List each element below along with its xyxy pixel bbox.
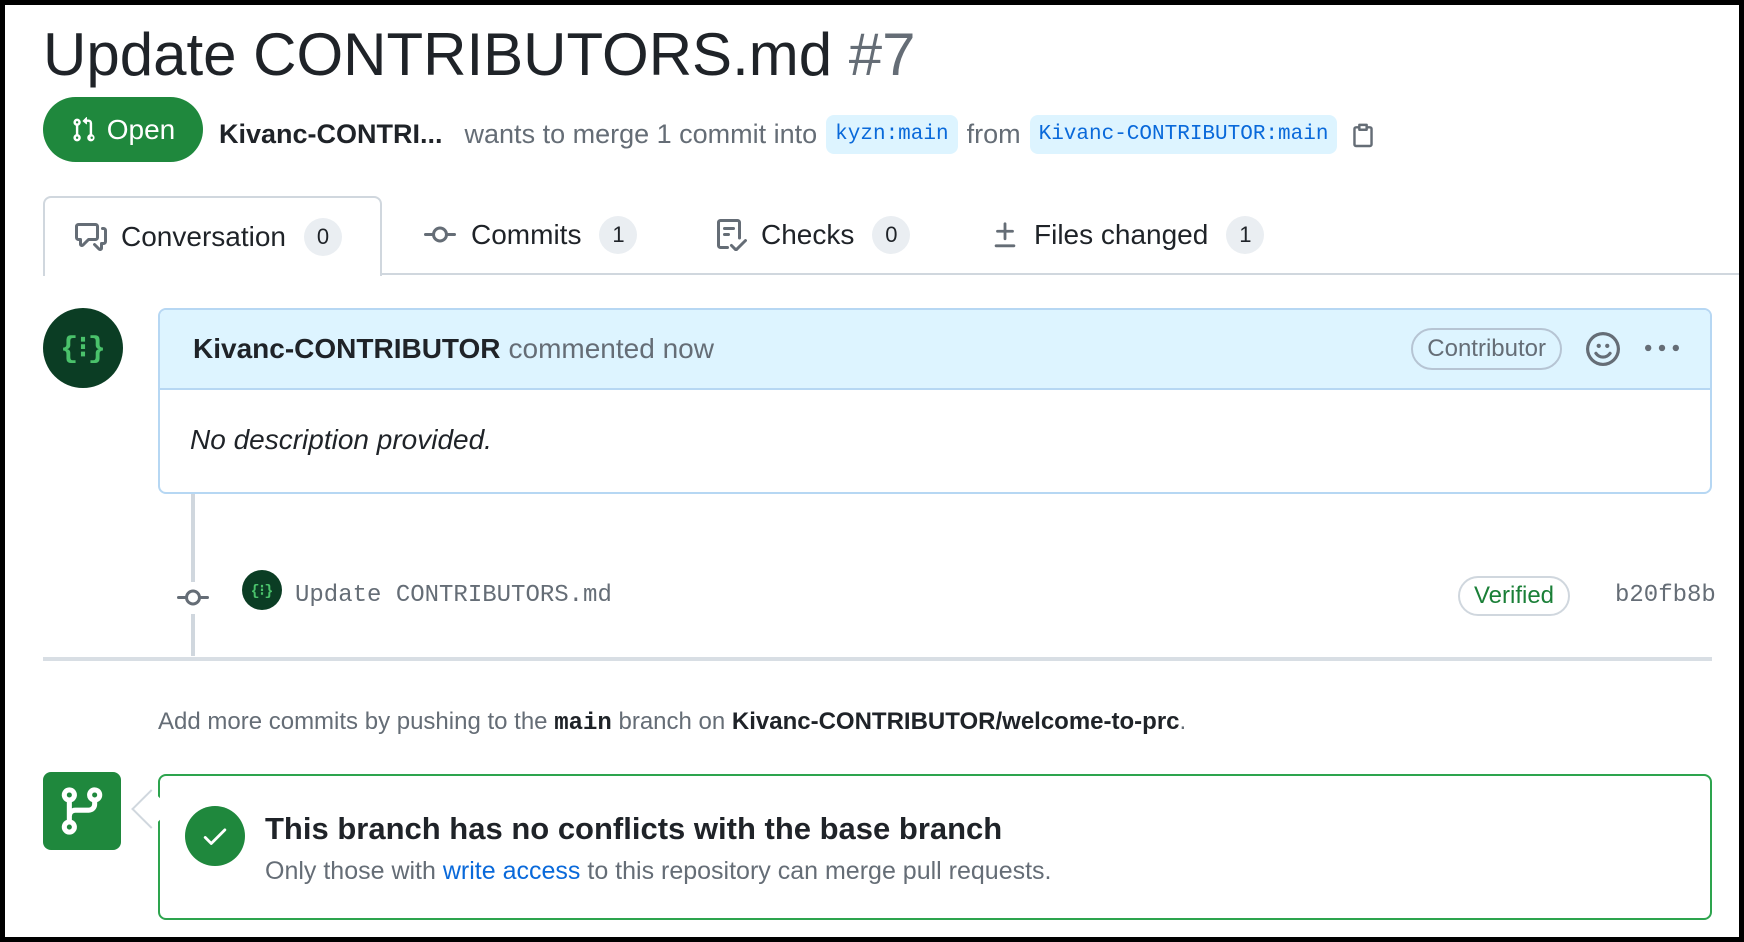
timeline-line bbox=[191, 494, 195, 656]
git-commit-icon bbox=[177, 582, 209, 614]
pull-request-page: Update CONTRIBUTORS.md #7 Open Kivanc-CO… bbox=[5, 5, 1739, 937]
merge-sub-prefix: Only those with bbox=[265, 857, 436, 885]
push-hint: Add more commits by pushing to the main … bbox=[158, 708, 1186, 737]
comment-timestamp[interactable]: commented now bbox=[509, 333, 714, 365]
pr-state-label: Open bbox=[106, 113, 176, 145]
tab-counter: 0 bbox=[303, 218, 342, 256]
merge-status-subtitle: Only those with write access to this rep… bbox=[265, 857, 1052, 886]
comment-discussion-icon bbox=[75, 223, 107, 251]
tab-conversation[interactable]: Conversation 0 bbox=[43, 196, 382, 276]
commit-message-link[interactable]: Update CONTRIBUTORS.md bbox=[295, 582, 612, 609]
tab-label: Checks bbox=[761, 219, 855, 250]
tab-label: Commits bbox=[471, 219, 582, 250]
commit-sha-link[interactable]: b20fb8b bbox=[1615, 582, 1716, 609]
pr-meta: Kivanc-CONTRI... wants to merge 1 commit… bbox=[219, 115, 1376, 154]
commit-author-avatar[interactable]: {⁝} bbox=[242, 570, 282, 610]
tab-counter: 1 bbox=[1226, 216, 1265, 254]
write-access-link[interactable]: write access bbox=[443, 857, 581, 885]
tab-counter: 0 bbox=[872, 216, 911, 254]
hint-suffix: . bbox=[1179, 708, 1187, 735]
merge-box bbox=[158, 774, 1712, 920]
avatar-glyph: {⁝} bbox=[60, 332, 106, 367]
git-branch-icon bbox=[61, 787, 103, 835]
git-commit-icon bbox=[424, 226, 456, 243]
base-branch[interactable]: kyzn:main bbox=[826, 115, 958, 154]
merge-status-icon bbox=[43, 772, 121, 850]
head-branch[interactable]: Kivanc-CONTRIBUTOR:main bbox=[1029, 115, 1338, 154]
tab-files-changed[interactable]: Files changed 1 bbox=[990, 196, 1265, 274]
comment-author[interactable]: Kivanc-CONTRIBUTOR bbox=[193, 333, 501, 365]
pr-state-badge: Open bbox=[43, 97, 203, 162]
merge-text: wants to merge 1 commit into bbox=[464, 119, 818, 149]
from-text: from bbox=[966, 119, 1021, 149]
hint-branch: main bbox=[554, 710, 612, 737]
kebab-horizontal-icon[interactable] bbox=[1644, 332, 1680, 366]
timeline-divider bbox=[43, 657, 1712, 661]
check-circle-icon bbox=[185, 806, 245, 866]
pr-author-link[interactable]: Kivanc-CONTRI... bbox=[219, 119, 443, 150]
tab-checks[interactable]: Checks 0 bbox=[715, 196, 911, 274]
comment-body: No description provided. bbox=[190, 424, 492, 455]
checklist-icon bbox=[717, 219, 747, 251]
smiley-icon[interactable] bbox=[1586, 332, 1620, 366]
avatar[interactable]: {⁝} bbox=[43, 308, 123, 388]
pull-request-icon bbox=[73, 116, 95, 141]
hint-repo: Kivanc-CONTRIBUTOR/welcome-to-prc bbox=[731, 708, 1180, 735]
copy-icon[interactable] bbox=[1350, 120, 1376, 150]
hint-prefix: Add more commits by pushing to the bbox=[158, 708, 548, 735]
verified-badge[interactable]: Verified bbox=[1458, 576, 1570, 616]
comment-header: Kivanc-CONTRIBUTOR commented now Contrib… bbox=[160, 310, 1710, 390]
pr-title: Update CONTRIBUTORS.md bbox=[43, 21, 833, 88]
hint-middle: branch on bbox=[618, 708, 726, 735]
tab-label: Conversation bbox=[121, 221, 286, 252]
page-title: Update CONTRIBUTORS.md #7 bbox=[43, 17, 916, 93]
avatar-glyph: {⁝} bbox=[250, 582, 274, 600]
contributor-badge: Contributor bbox=[1411, 328, 1562, 370]
merge-sub-suffix: to this repository can merge pull reques… bbox=[587, 857, 1052, 885]
tab-label: Files changed bbox=[1034, 219, 1209, 250]
merge-status-title: This branch has no conflicts with the ba… bbox=[265, 811, 1003, 846]
file-diff-icon bbox=[994, 222, 1016, 248]
tab-counter: 1 bbox=[599, 216, 638, 254]
tab-commits[interactable]: Commits 1 bbox=[423, 196, 638, 274]
pr-number: #7 bbox=[848, 21, 916, 88]
comment-box: Kivanc-CONTRIBUTOR commented now Contrib… bbox=[158, 308, 1712, 494]
